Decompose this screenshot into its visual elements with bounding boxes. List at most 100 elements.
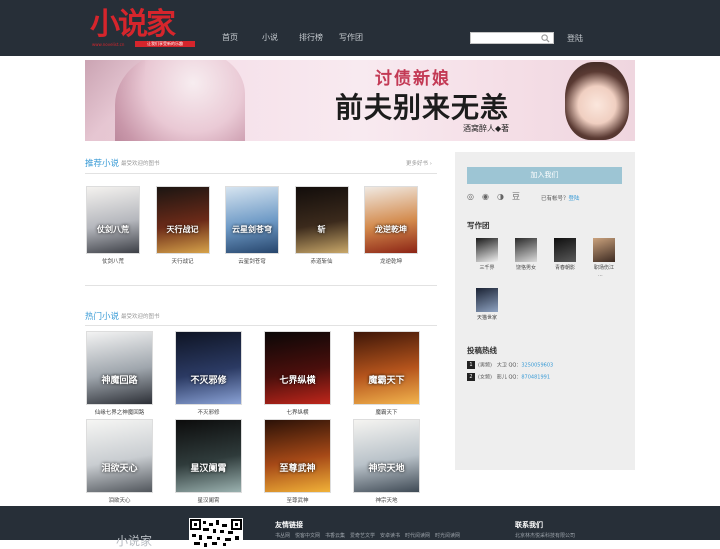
sidebar-login-link[interactable]: 登陆 xyxy=(569,196,580,202)
logo-text: 小说家 xyxy=(90,7,176,42)
nav-home[interactable]: 首页 xyxy=(222,32,238,43)
logo-url: www.novelist.cn xyxy=(92,42,125,47)
book-card[interactable]: 不灭邪修 不灭邪修 xyxy=(175,331,242,417)
writer-name[interactable]: 天猫世家 xyxy=(466,314,508,321)
book-card[interactable]: 星汉阑霄 星汉阑霄 xyxy=(175,419,242,505)
book-title[interactable]: 龙逆乾坤 xyxy=(364,257,418,265)
join-us-button[interactable]: 加入我们 xyxy=(467,167,622,184)
hotline-qq[interactable]: 3250059603 xyxy=(521,363,553,369)
book-card[interactable]: 龙逆乾坤 龙逆乾坤 xyxy=(364,186,418,266)
book-cover[interactable]: 神宗天地 xyxy=(353,419,420,493)
nav-rankings[interactable]: 排行榜 xyxy=(299,32,323,43)
hotline-label: (男频) 大卫 QQ： xyxy=(478,362,522,369)
friend-links-title: 友情链接 xyxy=(275,521,303,529)
banner-art-woman-portrait xyxy=(565,62,629,140)
book-card[interactable]: 云星剑苍穹 云星剑苍穹 xyxy=(225,186,279,266)
book-title[interactable]: 天行战记 xyxy=(156,257,210,265)
hot-subtitle: 最受欢迎的图书 xyxy=(121,314,160,320)
book-title[interactable]: 仙缘七界之神魔回路 xyxy=(86,408,153,416)
writer-name[interactable]: 三千界 xyxy=(466,264,508,271)
writer-avatar[interactable] xyxy=(554,238,576,262)
book-cover[interactable]: 七界纵横 xyxy=(264,331,331,405)
footer-logo: 小说家 xyxy=(116,534,153,548)
book-cover[interactable]: 斩 xyxy=(294,186,349,254)
writer-card[interactable]: 饶恪男女 xyxy=(511,238,541,272)
book-cover-title: 斩 xyxy=(317,224,326,235)
writer-name[interactable]: 饶恪男女 xyxy=(505,264,547,271)
book-title[interactable]: 不灭邪修 xyxy=(175,408,242,416)
nav-novels[interactable]: 小说 xyxy=(262,32,278,43)
book-cover-title: 云星剑苍穹 xyxy=(232,224,272,235)
book-title[interactable]: 七界纵横 xyxy=(264,408,331,416)
book-card[interactable]: 神魔回路仙缘七界之神魔回路 xyxy=(86,331,153,417)
writer-avatar[interactable] xyxy=(515,238,537,262)
writer-card[interactable]: 三千界 xyxy=(472,238,502,272)
top-navigation-bar: 小说家 www.novelist.cn 让我们享受新的乐趣 首页 小说 排行榜 … xyxy=(0,0,720,56)
search-input[interactable] xyxy=(471,33,541,43)
book-cover-title: 神宗天地 xyxy=(368,463,405,474)
book-cover[interactable]: 神魔回路 xyxy=(86,331,153,405)
writer-card[interactable]: 天猫世家 xyxy=(472,288,502,322)
divider xyxy=(85,285,437,286)
search-icon[interactable] xyxy=(541,34,550,43)
book-card[interactable]: 天行战记 天行战记 xyxy=(155,186,210,266)
footer: 小说家 友情链接 书丛网 悦客中文网 书香云集 爱奇艺文学 安卓读书 时代阅读网… xyxy=(0,506,720,548)
book-card[interactable]: 斩赤道斩仙 xyxy=(294,186,349,266)
divider xyxy=(85,325,437,326)
book-title[interactable]: 泪欲天心 xyxy=(86,496,153,504)
hotline-qq[interactable]: 870481991 xyxy=(521,375,550,381)
writer-card[interactable]: 职场伤江 xyxy=(589,238,619,272)
book-cover[interactable]: 仗剑八荒 xyxy=(86,186,140,254)
book-cover-title: 至尊武神 xyxy=(279,463,316,474)
book-cover[interactable]: 云星剑苍穹 xyxy=(225,186,279,254)
book-cover-title: 不灭邪修 xyxy=(190,375,227,386)
book-card[interactable]: 至尊武神 至尊武神 xyxy=(264,419,331,505)
book-title[interactable]: 魔霸天下 xyxy=(353,408,420,416)
book-cover-title: 魔霸天下 xyxy=(368,375,405,386)
book-card[interactable]: 仗剑八荒 仗剑八荒 xyxy=(86,186,140,266)
login-link[interactable]: 登陆 xyxy=(567,33,583,44)
writer-card[interactable]: 青春朝影 xyxy=(550,238,580,272)
book-cover-title: 神魔回路 xyxy=(101,375,138,386)
qzone-icon[interactable]: ◑ xyxy=(497,192,506,201)
writer-avatar[interactable] xyxy=(593,238,615,262)
book-card[interactable]: 神宗天地 神宗天地 xyxy=(353,419,420,505)
tencent-weibo-icon[interactable]: ◉ xyxy=(482,192,491,201)
hot-title: 热门小说 xyxy=(85,312,120,322)
friend-links[interactable]: 书丛网 悦客中文网 书香云集 爱奇艺文学 安卓读书 时代阅读网 时光阅读网 xyxy=(275,532,460,539)
writer-avatar[interactable] xyxy=(476,238,498,262)
book-title[interactable]: 仗剑八荒 xyxy=(86,257,140,265)
writers-title: 写作团 xyxy=(467,221,490,230)
book-cover[interactable]: 魔霸天下 xyxy=(353,331,420,405)
site-logo[interactable]: 小说家 www.novelist.cn 让我们享受新的乐趣 xyxy=(90,8,200,50)
hotline-title: 投稿热线 xyxy=(467,346,497,355)
book-cover[interactable]: 星汉阑霄 xyxy=(175,419,242,493)
book-cover[interactable]: 天行战记 xyxy=(155,186,210,254)
book-card[interactable]: 泪欲天心 泪欲天心 xyxy=(86,419,153,505)
hotline-male: 1 (男频) 大卫 QQ：3250059603 xyxy=(467,361,553,371)
sidebar: 加入我们 ◎ ◉ ◑ 豆 已有帐号？登陆 写作团 三千界 饶恪男女 青春朝影 职场伤江… xyxy=(455,152,635,470)
book-title[interactable]: 神宗天地 xyxy=(353,496,420,504)
book-card[interactable]: 七界纵横 七界纵横 xyxy=(264,331,331,417)
book-title[interactable]: 云星剑苍穹 xyxy=(225,257,279,265)
writer-name[interactable]: 职场伤江 xyxy=(583,264,625,271)
book-cover-title: 天行战记 xyxy=(166,224,199,235)
writer-avatar[interactable] xyxy=(476,288,498,312)
book-title[interactable]: 星汉阑霄 xyxy=(175,496,242,504)
douban-icon[interactable]: 豆 xyxy=(512,192,521,201)
account-prompt: 已有帐号？登陆 xyxy=(541,194,580,202)
promo-banner[interactable]: 讨债新娘 前夫别来无恙 酒窝醉人◆著 xyxy=(85,60,635,141)
writer-name[interactable]: 青春朝影 xyxy=(544,264,586,271)
book-title[interactable]: 赤道斩仙 xyxy=(295,257,349,265)
book-cover[interactable]: 不灭邪修 xyxy=(175,331,242,405)
book-cover[interactable]: 至尊武神 xyxy=(264,419,331,493)
recommended-more-link[interactable]: 更多好书 › xyxy=(406,159,432,167)
book-title[interactable]: 至尊武神 xyxy=(264,496,331,504)
book-cover[interactable]: 龙逆乾坤 xyxy=(364,186,418,254)
book-cover-title: 七界纵横 xyxy=(279,375,316,386)
nav-writers[interactable]: 写作团 xyxy=(339,32,363,43)
weibo-icon[interactable]: ◎ xyxy=(467,192,476,201)
book-card[interactable]: 魔霸天下 魔霸天下 xyxy=(353,331,420,417)
book-cover[interactable]: 泪欲天心 xyxy=(86,419,153,493)
contact-title: 联系我们 xyxy=(515,521,543,529)
